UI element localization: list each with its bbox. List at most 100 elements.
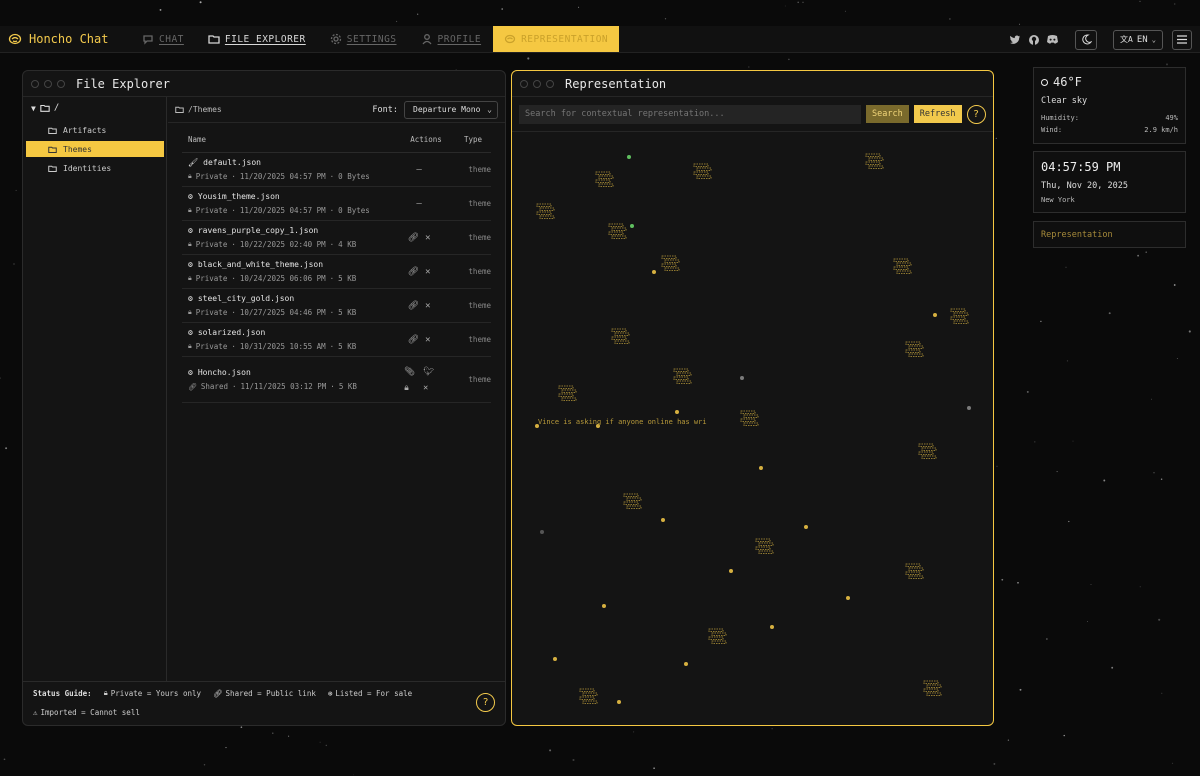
entity-glyph[interactable] xyxy=(673,368,692,384)
graph-node[interactable] xyxy=(675,410,679,414)
nav-representation[interactable]: REPRESENTATION xyxy=(493,26,620,52)
graph-node[interactable] xyxy=(617,700,621,704)
window-close-dot[interactable] xyxy=(31,79,39,88)
delete-icon[interactable]: ✕ xyxy=(423,383,434,393)
entity-glyph[interactable] xyxy=(608,223,627,239)
window-maximize-dot[interactable] xyxy=(546,79,554,88)
file-row[interactable]: 🖌︎ default.json 🔒︎ Private · 11/20/2025 … xyxy=(182,153,491,187)
brand[interactable]: Honcho Chat xyxy=(0,32,130,46)
file-name[interactable]: ⚙︎ Honcho.json xyxy=(182,368,396,377)
graph-node[interactable] xyxy=(684,662,688,666)
graph-node[interactable] xyxy=(729,569,733,573)
lock-icon[interactable]: 🔒︎ xyxy=(404,383,415,393)
menu-button[interactable] xyxy=(1172,29,1192,50)
graph-node[interactable] xyxy=(661,518,665,522)
delete-icon[interactable]: ✕ xyxy=(425,335,430,345)
representation-search-input[interactable] xyxy=(519,104,861,124)
share-link-icon[interactable]: 🔗︎ xyxy=(408,233,419,243)
entity-glyph[interactable] xyxy=(893,258,912,274)
file-name[interactable]: ⚙︎ ravens_purple_copy_1.json xyxy=(182,226,396,235)
entity-glyph[interactable] xyxy=(923,680,942,696)
graph-node[interactable] xyxy=(540,530,544,534)
font-select[interactable]: Departure Mono ⌄ xyxy=(404,100,498,119)
file-name[interactable]: ⚙︎ solarized.json xyxy=(182,328,396,337)
graph-node[interactable] xyxy=(967,406,971,410)
nav-settings[interactable]: SETTINGS xyxy=(318,26,409,52)
graph-node[interactable] xyxy=(770,625,774,629)
share-link-icon[interactable]: 🔗︎ xyxy=(408,335,419,345)
discord-icon[interactable] xyxy=(1046,33,1059,46)
file-row[interactable]: ⚙︎ solarized.json 🔒︎ Private · 10/31/202… xyxy=(182,323,491,357)
tree-item-identities[interactable]: Identities xyxy=(26,160,164,176)
star xyxy=(396,20,398,22)
entity-glyph[interactable] xyxy=(918,443,937,459)
graph-node[interactable] xyxy=(759,466,763,470)
file-row[interactable]: ⚙︎ steel_city_gold.json 🔒︎ Private · 10/… xyxy=(182,289,491,323)
attachment-icon[interactable]: 📎︎ xyxy=(404,367,415,377)
file-name[interactable]: ⚙︎ Yousim_theme.json xyxy=(182,192,396,201)
language-select[interactable]: 文A EN ⌄ xyxy=(1113,29,1163,50)
tree-root[interactable]: ▼ / xyxy=(23,97,166,119)
window-minimize-dot[interactable] xyxy=(44,79,52,88)
graph-node[interactable] xyxy=(630,224,634,228)
nav-chat[interactable]: CHAT xyxy=(130,26,196,52)
entity-glyph[interactable] xyxy=(905,563,924,579)
share-link-icon[interactable]: 🔗︎ xyxy=(408,301,419,311)
representation-canvas[interactable]: Vince is asking if anyone online has wri xyxy=(512,131,993,725)
graph-node[interactable] xyxy=(553,657,557,661)
entity-glyph[interactable] xyxy=(536,203,555,219)
help-button[interactable]: ? xyxy=(966,104,986,124)
refresh-button[interactable]: Refresh xyxy=(913,105,962,123)
file-row[interactable]: ⚙︎ ravens_purple_copy_1.json 🔒︎ Private … xyxy=(182,221,491,255)
graph-node[interactable] xyxy=(652,270,656,274)
share-link-icon[interactable]: 🔗︎ xyxy=(408,267,419,277)
entity-glyph[interactable] xyxy=(693,163,712,179)
graph-node[interactable] xyxy=(627,155,631,159)
file-explorer-titlebar[interactable]: File Explorer xyxy=(23,71,505,97)
entity-glyph[interactable] xyxy=(661,255,680,271)
help-button[interactable]: ? xyxy=(476,693,495,712)
representation-titlebar[interactable]: Representation xyxy=(512,71,993,97)
entity-glyph[interactable] xyxy=(595,171,614,187)
delete-icon[interactable]: ✕ xyxy=(425,233,430,243)
file-name[interactable]: ⚙︎ black_and_white_theme.json xyxy=(182,260,396,269)
graph-node[interactable] xyxy=(740,376,744,380)
entity-glyph[interactable] xyxy=(623,493,642,509)
github-icon[interactable] xyxy=(1027,33,1040,46)
entity-glyph[interactable] xyxy=(865,153,884,169)
window-maximize-dot[interactable] xyxy=(57,79,65,88)
graph-node[interactable] xyxy=(846,596,850,600)
entity-glyph[interactable] xyxy=(611,328,630,344)
nav-profile[interactable]: PROFILE xyxy=(409,26,494,52)
representation-graph[interactable] xyxy=(512,132,993,725)
search-button[interactable]: Search xyxy=(866,105,909,123)
delete-icon[interactable]: ✕ xyxy=(425,301,430,311)
entity-glyph[interactable] xyxy=(708,628,727,644)
graph-node[interactable] xyxy=(933,313,937,317)
graph-node[interactable] xyxy=(602,604,606,608)
entity-glyph[interactable] xyxy=(558,385,577,401)
nav-file-explorer[interactable]: FILE EXPLORER xyxy=(196,26,318,52)
theme-toggle-button[interactable] xyxy=(1075,29,1097,50)
entity-glyph[interactable] xyxy=(905,341,924,357)
tree-item-themes[interactable]: Themes xyxy=(26,141,164,157)
entity-glyph[interactable] xyxy=(740,410,759,426)
twitter-icon[interactable] xyxy=(1008,33,1021,46)
file-name[interactable]: 🖌︎ default.json xyxy=(182,158,396,167)
star xyxy=(1188,330,1191,333)
entity-glyph[interactable] xyxy=(579,688,598,704)
representation-widget-tab[interactable]: Representation xyxy=(1033,221,1186,248)
file-row[interactable]: ⚙︎ Honcho.json 🔗︎ Shared · 11/11/2025 03… xyxy=(182,357,491,403)
entity-glyph[interactable] xyxy=(755,538,774,554)
twitter-share-icon[interactable]: 🐦︎ xyxy=(423,367,434,377)
file-row[interactable]: ⚙︎ Yousim_theme.json 🔒︎ Private · 11/20/… xyxy=(182,187,491,221)
window-minimize-dot[interactable] xyxy=(533,79,541,88)
entity-glyph[interactable] xyxy=(950,308,969,324)
graph-node[interactable] xyxy=(804,525,808,529)
star xyxy=(784,5,786,7)
tree-item-artifacts[interactable]: Artifacts xyxy=(26,122,164,138)
file-name[interactable]: ⚙︎ steel_city_gold.json xyxy=(182,294,396,303)
window-close-dot[interactable] xyxy=(520,79,528,88)
delete-icon[interactable]: ✕ xyxy=(425,267,430,277)
file-row[interactable]: ⚙︎ black_and_white_theme.json 🔒︎ Private… xyxy=(182,255,491,289)
